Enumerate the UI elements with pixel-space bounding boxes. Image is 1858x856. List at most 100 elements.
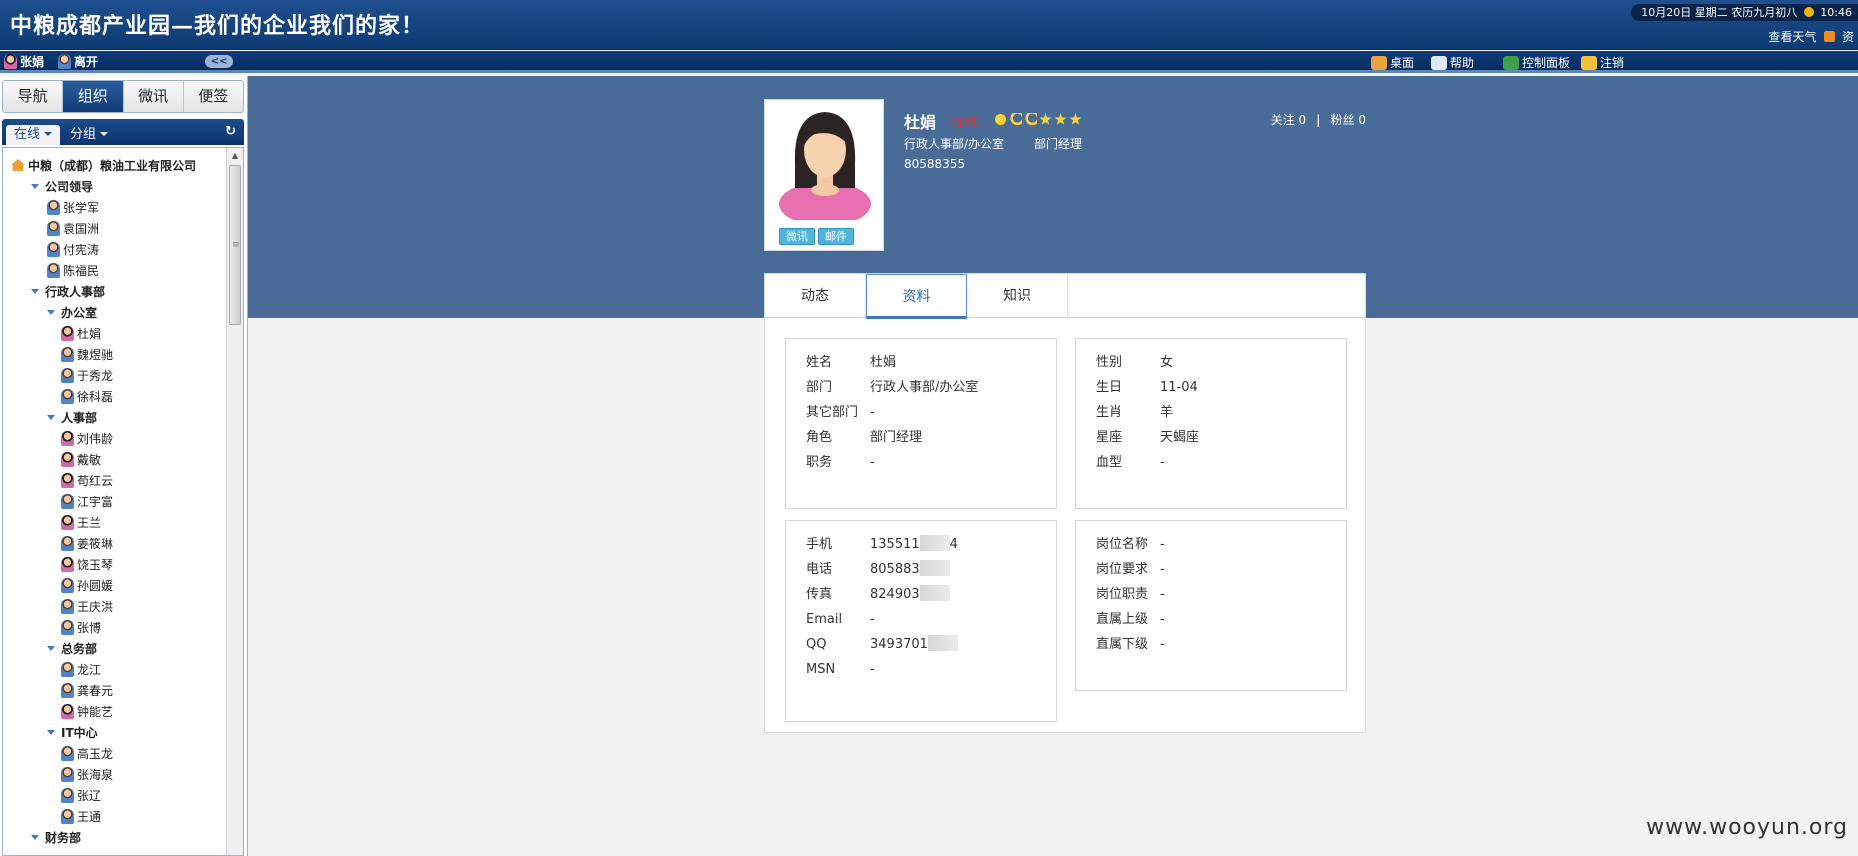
expand-arrow-icon — [31, 289, 39, 294]
desktop-link[interactable]: 桌面 — [1370, 55, 1414, 71]
sun-icon — [994, 113, 1007, 126]
tree-group[interactable]: 办公室 — [3, 303, 227, 324]
tree-org-root[interactable]: 中粮（成都）粮油工业有限公司 — [3, 156, 227, 177]
user-icon — [61, 347, 74, 362]
tree-user[interactable]: 张辽 — [3, 786, 227, 807]
weixun-button[interactable]: 微讯 — [779, 228, 815, 245]
profile-department: 行政人事部/办公室 — [904, 137, 1005, 151]
tree-label: 袁国洲 — [63, 222, 100, 236]
group-filter[interactable]: 分组 — [62, 125, 116, 145]
tree-label: 财务部 — [45, 831, 82, 845]
tree-user[interactable]: 饶玉琴 — [3, 555, 227, 576]
online-filter[interactable]: 在线 — [6, 125, 61, 145]
user-icon — [61, 809, 74, 824]
tree-group[interactable]: 公司领导 — [3, 177, 227, 198]
user-icon — [61, 746, 74, 761]
tree-user[interactable]: 张海泉 — [3, 765, 227, 786]
home-icon — [11, 159, 25, 171]
user-icon — [61, 389, 74, 404]
tree-user[interactable]: 陈福民 — [3, 261, 227, 282]
tree-group[interactable]: IT中心 — [3, 723, 227, 744]
tree-group[interactable]: 总务部 — [3, 639, 227, 660]
logout-link[interactable]: 注销 — [1580, 55, 1624, 71]
info-value: - — [870, 455, 875, 470]
tree-label: 张学军 — [63, 201, 100, 215]
tab-profile-info[interactable]: 资料 — [866, 274, 967, 319]
info-value: - — [1160, 537, 1165, 552]
tree-user[interactable]: 袁国洲 — [3, 219, 227, 240]
user-icon — [61, 662, 74, 677]
tree-user[interactable]: 江宇富 — [3, 492, 227, 513]
info-label: 直属上级 — [1096, 612, 1149, 627]
tree-user[interactable]: 戴敏 — [3, 450, 227, 471]
profile-role: 部门经理 — [1034, 137, 1083, 151]
control-panel-link[interactable]: 控制面板 — [1502, 55, 1570, 71]
tree-user[interactable]: 张学军 — [3, 198, 227, 219]
fans-count[interactable]: 粉丝 0 — [1331, 113, 1366, 127]
email-button[interactable]: 邮件 — [818, 228, 854, 245]
tree-user[interactable]: 龙江 — [3, 660, 227, 681]
user-icon — [47, 221, 60, 236]
tree-user[interactable]: 苟红云 — [3, 471, 227, 492]
user-icon — [61, 767, 74, 782]
tree-user[interactable]: 杜娟 — [3, 324, 227, 345]
rss-icon[interactable] — [1824, 31, 1836, 42]
tree-user[interactable]: 钟能艺 — [3, 702, 227, 723]
tree-user[interactable]: 高玉龙 — [3, 744, 227, 765]
tree-user[interactable]: 刘伟龄 — [3, 429, 227, 450]
tab-activity[interactable]: 动态 — [765, 274, 866, 318]
online-filter-label: 在线 — [14, 127, 41, 142]
scroll-up-arrow[interactable]: ▲ — [227, 148, 243, 164]
tree-user[interactable]: 王通 — [3, 807, 227, 828]
tree-user[interactable]: 王庆洪 — [3, 597, 227, 618]
tree-user[interactable]: 魏煜驰 — [3, 345, 227, 366]
star-icon — [1069, 113, 1082, 125]
collapse-sidebar-button[interactable]: << — [205, 55, 233, 68]
tree-user[interactable]: 姜筱琳 — [3, 534, 227, 555]
tab-knowledge[interactable]: 知识 — [967, 274, 1068, 318]
info-value: 3493701 — [870, 637, 928, 652]
tab-navigation[interactable]: 导航 — [3, 81, 64, 112]
redacted-block — [927, 635, 958, 651]
weather-link[interactable]: 查看天气 — [1768, 30, 1816, 44]
expand-arrow-icon — [47, 415, 55, 420]
info-label: 手机 — [806, 537, 833, 552]
info-label: 岗位名称 — [1096, 537, 1149, 552]
info-value: - — [1160, 455, 1165, 470]
scroll-thumb[interactable]: ≡ — [229, 165, 241, 325]
info-label: 职务 — [806, 455, 833, 470]
info-row: 生肖 羊 — [1096, 403, 1173, 423]
tree-user[interactable]: 龚春元 — [3, 681, 227, 702]
tree-user[interactable]: 张博 — [3, 618, 227, 639]
refresh-icon[interactable]: ↻ — [225, 124, 236, 139]
tree-group[interactable]: 财务部 — [3, 828, 227, 849]
tab-organization[interactable]: 组织 — [63, 81, 124, 112]
tab-notes[interactable]: 便签 — [184, 81, 243, 112]
tree-user[interactable]: 孙圆媛 — [3, 576, 227, 597]
tree-label: 人事部 — [61, 411, 98, 425]
follow-count[interactable]: 关注 0 — [1271, 113, 1306, 127]
tree-user[interactable]: 于秀龙 — [3, 366, 227, 387]
tree-user[interactable]: 徐科磊 — [3, 387, 227, 408]
tree-label: 龚春元 — [77, 684, 114, 698]
tree-label: IT中心 — [61, 726, 98, 740]
tab-weixun[interactable]: 微讯 — [124, 81, 184, 112]
weather-area: 查看天气 资 — [1768, 28, 1858, 45]
tree-user[interactable]: 付宪涛 — [3, 240, 227, 261]
info-value: 行政人事部/办公室 — [870, 380, 979, 395]
rss-link[interactable]: 资 — [1842, 30, 1854, 44]
current-user[interactable]: 张娟 — [4, 54, 44, 70]
info-row: MSN - — [806, 660, 875, 680]
info-row: Email - — [806, 610, 875, 630]
help-link[interactable]: 帮助 — [1430, 55, 1474, 71]
user-away-status[interactable]: 离开 — [58, 54, 98, 70]
tree-scrollbar[interactable]: ▲ ≡ — [226, 148, 243, 855]
tree-user[interactable]: 王兰 — [3, 513, 227, 534]
tree-label: 付宪涛 — [63, 243, 100, 257]
basic-info-box: 姓名 杜娟 部门 行政人事部/办公室 其它部门 - 角色 部门经理 职务 - — [785, 338, 1057, 509]
help-icon — [1430, 56, 1447, 70]
moon-icon — [1024, 113, 1037, 126]
info-label: 星座 — [1096, 430, 1123, 445]
tree-group[interactable]: 人事部 — [3, 408, 227, 429]
tree-group[interactable]: 行政人事部 — [3, 282, 227, 303]
